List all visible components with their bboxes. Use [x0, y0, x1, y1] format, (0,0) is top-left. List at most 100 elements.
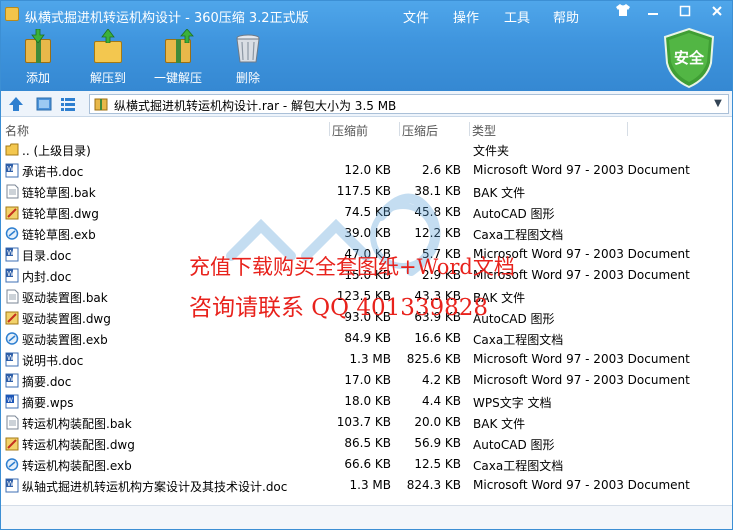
- column-divider[interactable]: [329, 122, 330, 136]
- file-name: 说明书.doc: [22, 354, 84, 368]
- file-row[interactable]: W 内封.doc 15.0 KB 2.9 KB Microsoft Word 97 - …: [1, 265, 732, 286]
- file-type: WPS文字 文档: [473, 396, 552, 410]
- file-row[interactable]: 驱动装置图.dwg 93.0 KB 63.9 KB AutoCAD 图形: [1, 307, 732, 328]
- file-name: 摘要.doc: [22, 375, 72, 389]
- bak-file-icon: [5, 184, 19, 199]
- file-type: Microsoft Word 97 - 2003 Document: [473, 373, 690, 387]
- file-row[interactable]: W 纵轴式掘进机转运机构方案设计及其技术设计.doc 1.3 MB 824.3 KB M…: [1, 475, 732, 496]
- one-click-extract-icon: [161, 29, 195, 65]
- skin-shirt-icon[interactable]: [611, 3, 635, 23]
- address-bar[interactable]: 纵横式掘进机转运机构设计.rar - 解包大小为 3.5 MB ▼: [89, 94, 729, 114]
- file-row[interactable]: W 目录.doc 47.0 KB 5.7 KB Microsoft Word 97 - …: [1, 244, 732, 265]
- column-header-size[interactable]: 压缩前: [332, 122, 368, 139]
- file-row[interactable]: W 摘要.wps 18.0 KB 4.4 KB WPS文字 文档: [1, 391, 732, 412]
- title-bar: 纵横式掘进机转运机构设计 - 360压缩 3.2正式版 文件 操作 工具 帮助: [1, 1, 732, 29]
- file-row[interactable]: W 承诺书.doc 12.0 KB 2.6 KB Microsoft Word 97 -…: [1, 160, 732, 181]
- file-name: 承诺书.doc: [22, 165, 84, 179]
- file-size: 12.0 KB: [344, 163, 391, 177]
- file-type: AutoCAD 图形: [473, 312, 555, 326]
- word-doc-icon: W: [5, 373, 19, 388]
- svg-text:W: W: [7, 375, 14, 383]
- minimize-icon[interactable]: [641, 3, 665, 23]
- add-button[interactable]: 添加: [3, 29, 73, 89]
- address-text: 纵横式掘进机转运机构设计.rar - 解包大小为 3.5 MB: [114, 99, 397, 113]
- status-bar: [1, 505, 732, 529]
- file-type: BAK 文件: [473, 186, 526, 200]
- extract-to-button[interactable]: 解压到: [73, 29, 143, 89]
- file-packed-size: 824.3 KB: [406, 478, 461, 492]
- exb-file-icon: [5, 457, 19, 472]
- svg-text:W: W: [7, 165, 14, 173]
- menu-file[interactable]: 文件: [403, 7, 429, 26]
- window-title: 纵横式掘进机转运机构设计 - 360压缩 3.2正式版: [25, 11, 309, 26]
- chevron-down-icon[interactable]: ▼: [710, 96, 726, 112]
- dwg-file-icon: [5, 310, 19, 325]
- file-row[interactable]: W 摘要.doc 17.0 KB 4.2 KB Microsoft Word 97 - …: [1, 370, 732, 391]
- file-row[interactable]: 转运机构装配图.dwg 86.5 KB 56.9 KB AutoCAD 图形: [1, 433, 732, 454]
- file-row[interactable]: 链轮草图.bak 117.5 KB 38.1 KB BAK 文件: [1, 181, 732, 202]
- parent-directory-row[interactable]: .. (上级目录) 文件夹: [1, 139, 732, 160]
- delete-button[interactable]: 删除: [213, 31, 283, 89]
- exb-file-icon: [5, 331, 19, 346]
- list-view-icon[interactable]: [59, 95, 77, 113]
- file-name: 链轮草图.exb: [22, 228, 96, 242]
- file-size: 47.0 KB: [344, 247, 391, 261]
- file-packed-size: 5.7 KB: [422, 247, 461, 261]
- file-name: .. (上级目录): [22, 144, 91, 158]
- svg-text:W: W: [7, 270, 14, 278]
- file-row[interactable]: 驱动装置图.exb 84.9 KB 16.6 KB Caxa工程图文档: [1, 328, 732, 349]
- file-packed-size: 4.4 KB: [422, 394, 461, 408]
- menu-operation[interactable]: 操作: [453, 7, 479, 26]
- file-row[interactable]: 转运机构装配图.bak 103.7 KB 20.0 KB BAK 文件: [1, 412, 732, 433]
- exb-file-icon: [5, 226, 19, 241]
- file-name: 摘要.wps: [22, 396, 74, 410]
- file-row[interactable]: 转运机构装配图.exb 66.6 KB 12.5 KB Caxa工程图文档: [1, 454, 732, 475]
- column-header-packed[interactable]: 压缩后: [402, 122, 438, 139]
- file-size: 84.9 KB: [344, 331, 391, 345]
- svg-text:W: W: [7, 354, 14, 362]
- menu-tools[interactable]: 工具: [504, 7, 530, 26]
- file-size: 15.0 KB: [344, 268, 391, 282]
- one-click-extract-label: 一键解压: [153, 71, 202, 85]
- file-size: 93.0 KB: [344, 310, 391, 324]
- one-click-extract-button[interactable]: 一键解压: [143, 29, 213, 89]
- maximize-icon[interactable]: [673, 3, 697, 23]
- file-size: 66.6 KB: [344, 457, 391, 471]
- file-row[interactable]: W 说明书.doc 1.3 MB 825.6 KB Microsoft Word 97 …: [1, 349, 732, 370]
- file-name: 驱动装置图.dwg: [22, 312, 111, 326]
- file-row[interactable]: 链轮草图.exb 39.0 KB 12.2 KB Caxa工程图文档: [1, 223, 732, 244]
- file-row[interactable]: 驱动装置图.bak 123.5 KB 43.3 KB BAK 文件: [1, 286, 732, 307]
- app-icon: [5, 7, 19, 21]
- file-packed-size: 2.9 KB: [422, 268, 461, 282]
- column-header-name[interactable]: 名称: [5, 122, 29, 139]
- file-size: 74.5 KB: [344, 205, 391, 219]
- file-name: 目录.doc: [22, 249, 72, 263]
- close-icon[interactable]: [705, 3, 729, 23]
- file-row[interactable]: 链轮草图.dwg 74.5 KB 45.8 KB AutoCAD 图形: [1, 202, 732, 223]
- thumbnail-view-icon[interactable]: [35, 95, 53, 113]
- file-name: 转运机构装配图.bak: [22, 417, 132, 431]
- up-arrow-icon[interactable]: [7, 95, 25, 113]
- column-divider[interactable]: [627, 122, 628, 136]
- menu-help[interactable]: 帮助: [553, 7, 579, 26]
- file-packed-size: 56.9 KB: [414, 436, 461, 450]
- delete-label: 删除: [235, 71, 260, 85]
- bak-file-icon: [5, 289, 19, 304]
- file-size: 86.5 KB: [344, 436, 391, 450]
- column-divider[interactable]: [469, 122, 470, 136]
- title-toolbar-band: 纵横式掘进机转运机构设计 - 360压缩 3.2正式版 文件 操作 工具 帮助: [1, 1, 732, 91]
- file-packed-size: 2.6 KB: [422, 163, 461, 177]
- file-type: BAK 文件: [473, 417, 526, 431]
- column-divider[interactable]: [399, 122, 400, 136]
- word-doc-icon: W: [5, 247, 19, 262]
- column-header-type[interactable]: 类型: [472, 122, 496, 139]
- file-size: 103.7 KB: [336, 415, 391, 429]
- file-name: 驱动装置图.bak: [22, 291, 108, 305]
- security-label: 安全: [673, 49, 704, 67]
- file-packed-size: 38.1 KB: [414, 184, 461, 198]
- file-name: 链轮草图.bak: [22, 186, 96, 200]
- word-doc-icon: W: [5, 163, 19, 178]
- file-size: 17.0 KB: [344, 373, 391, 387]
- file-name: 转运机构装配图.dwg: [22, 438, 135, 452]
- security-shield-icon[interactable]: 安全: [661, 27, 717, 89]
